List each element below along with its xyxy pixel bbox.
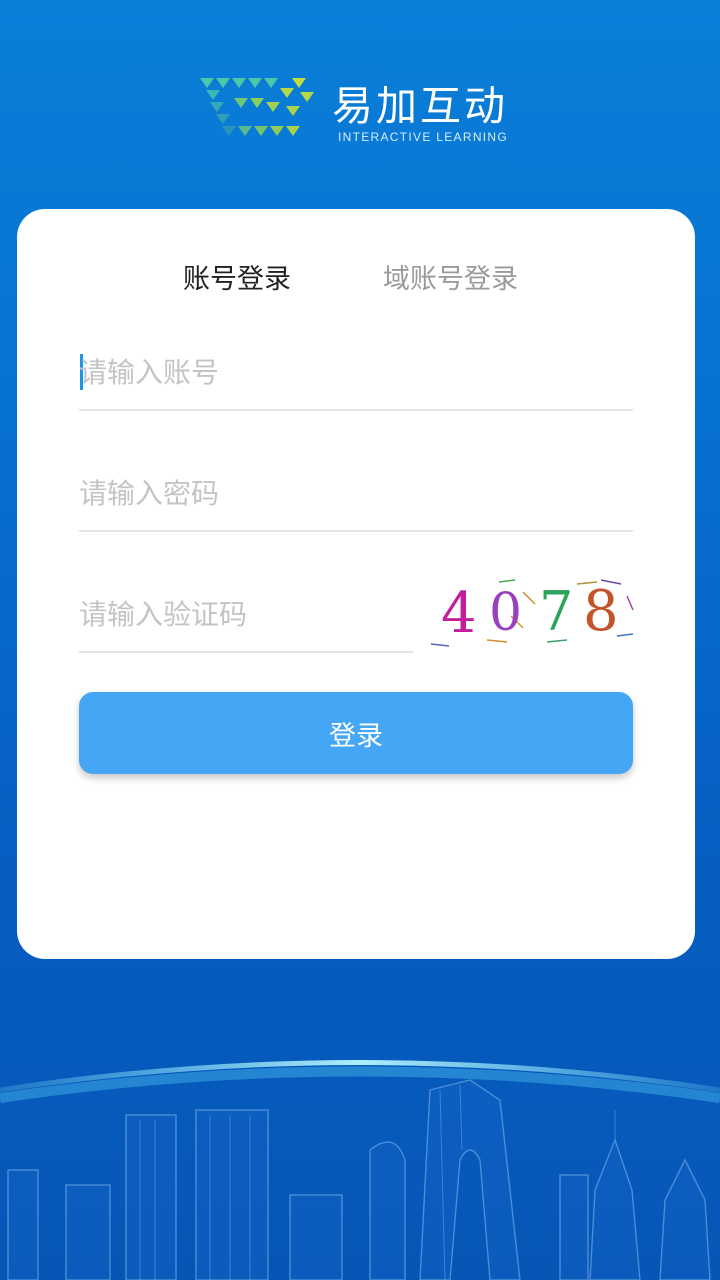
account-field[interactable] bbox=[79, 337, 633, 411]
captcha-digit-2: 0 bbox=[489, 583, 522, 643]
logo-mark-icon bbox=[200, 78, 314, 136]
captcha-digit-1: 4 bbox=[441, 581, 477, 646]
captcha-input[interactable] bbox=[79, 579, 413, 649]
password-input[interactable] bbox=[79, 458, 633, 528]
captcha-digit-3: 7 bbox=[539, 580, 573, 643]
brand-title: 易加互动 bbox=[332, 82, 508, 130]
account-input[interactable] bbox=[79, 337, 633, 407]
login-button[interactable]: 登录 bbox=[79, 692, 633, 774]
tab-domain-account-login[interactable]: 域账号登录 bbox=[383, 257, 518, 296]
brand-logo: 易加互动 INTERACTIVE LEARNING bbox=[196, 68, 526, 158]
captcha-image[interactable]: 4 0 7 8 bbox=[427, 574, 637, 654]
captcha-field[interactable] bbox=[79, 579, 413, 653]
tab-account-login[interactable]: 账号登录 bbox=[183, 257, 291, 296]
captcha-digit-4: 8 bbox=[583, 579, 619, 644]
brand-subtitle: INTERACTIVE LEARNING bbox=[338, 130, 509, 144]
password-field[interactable] bbox=[79, 458, 633, 532]
city-skyline-background bbox=[0, 1060, 720, 1280]
login-card: 账号登录 域账号登录 4 0 7 8 登录 bbox=[17, 209, 695, 959]
